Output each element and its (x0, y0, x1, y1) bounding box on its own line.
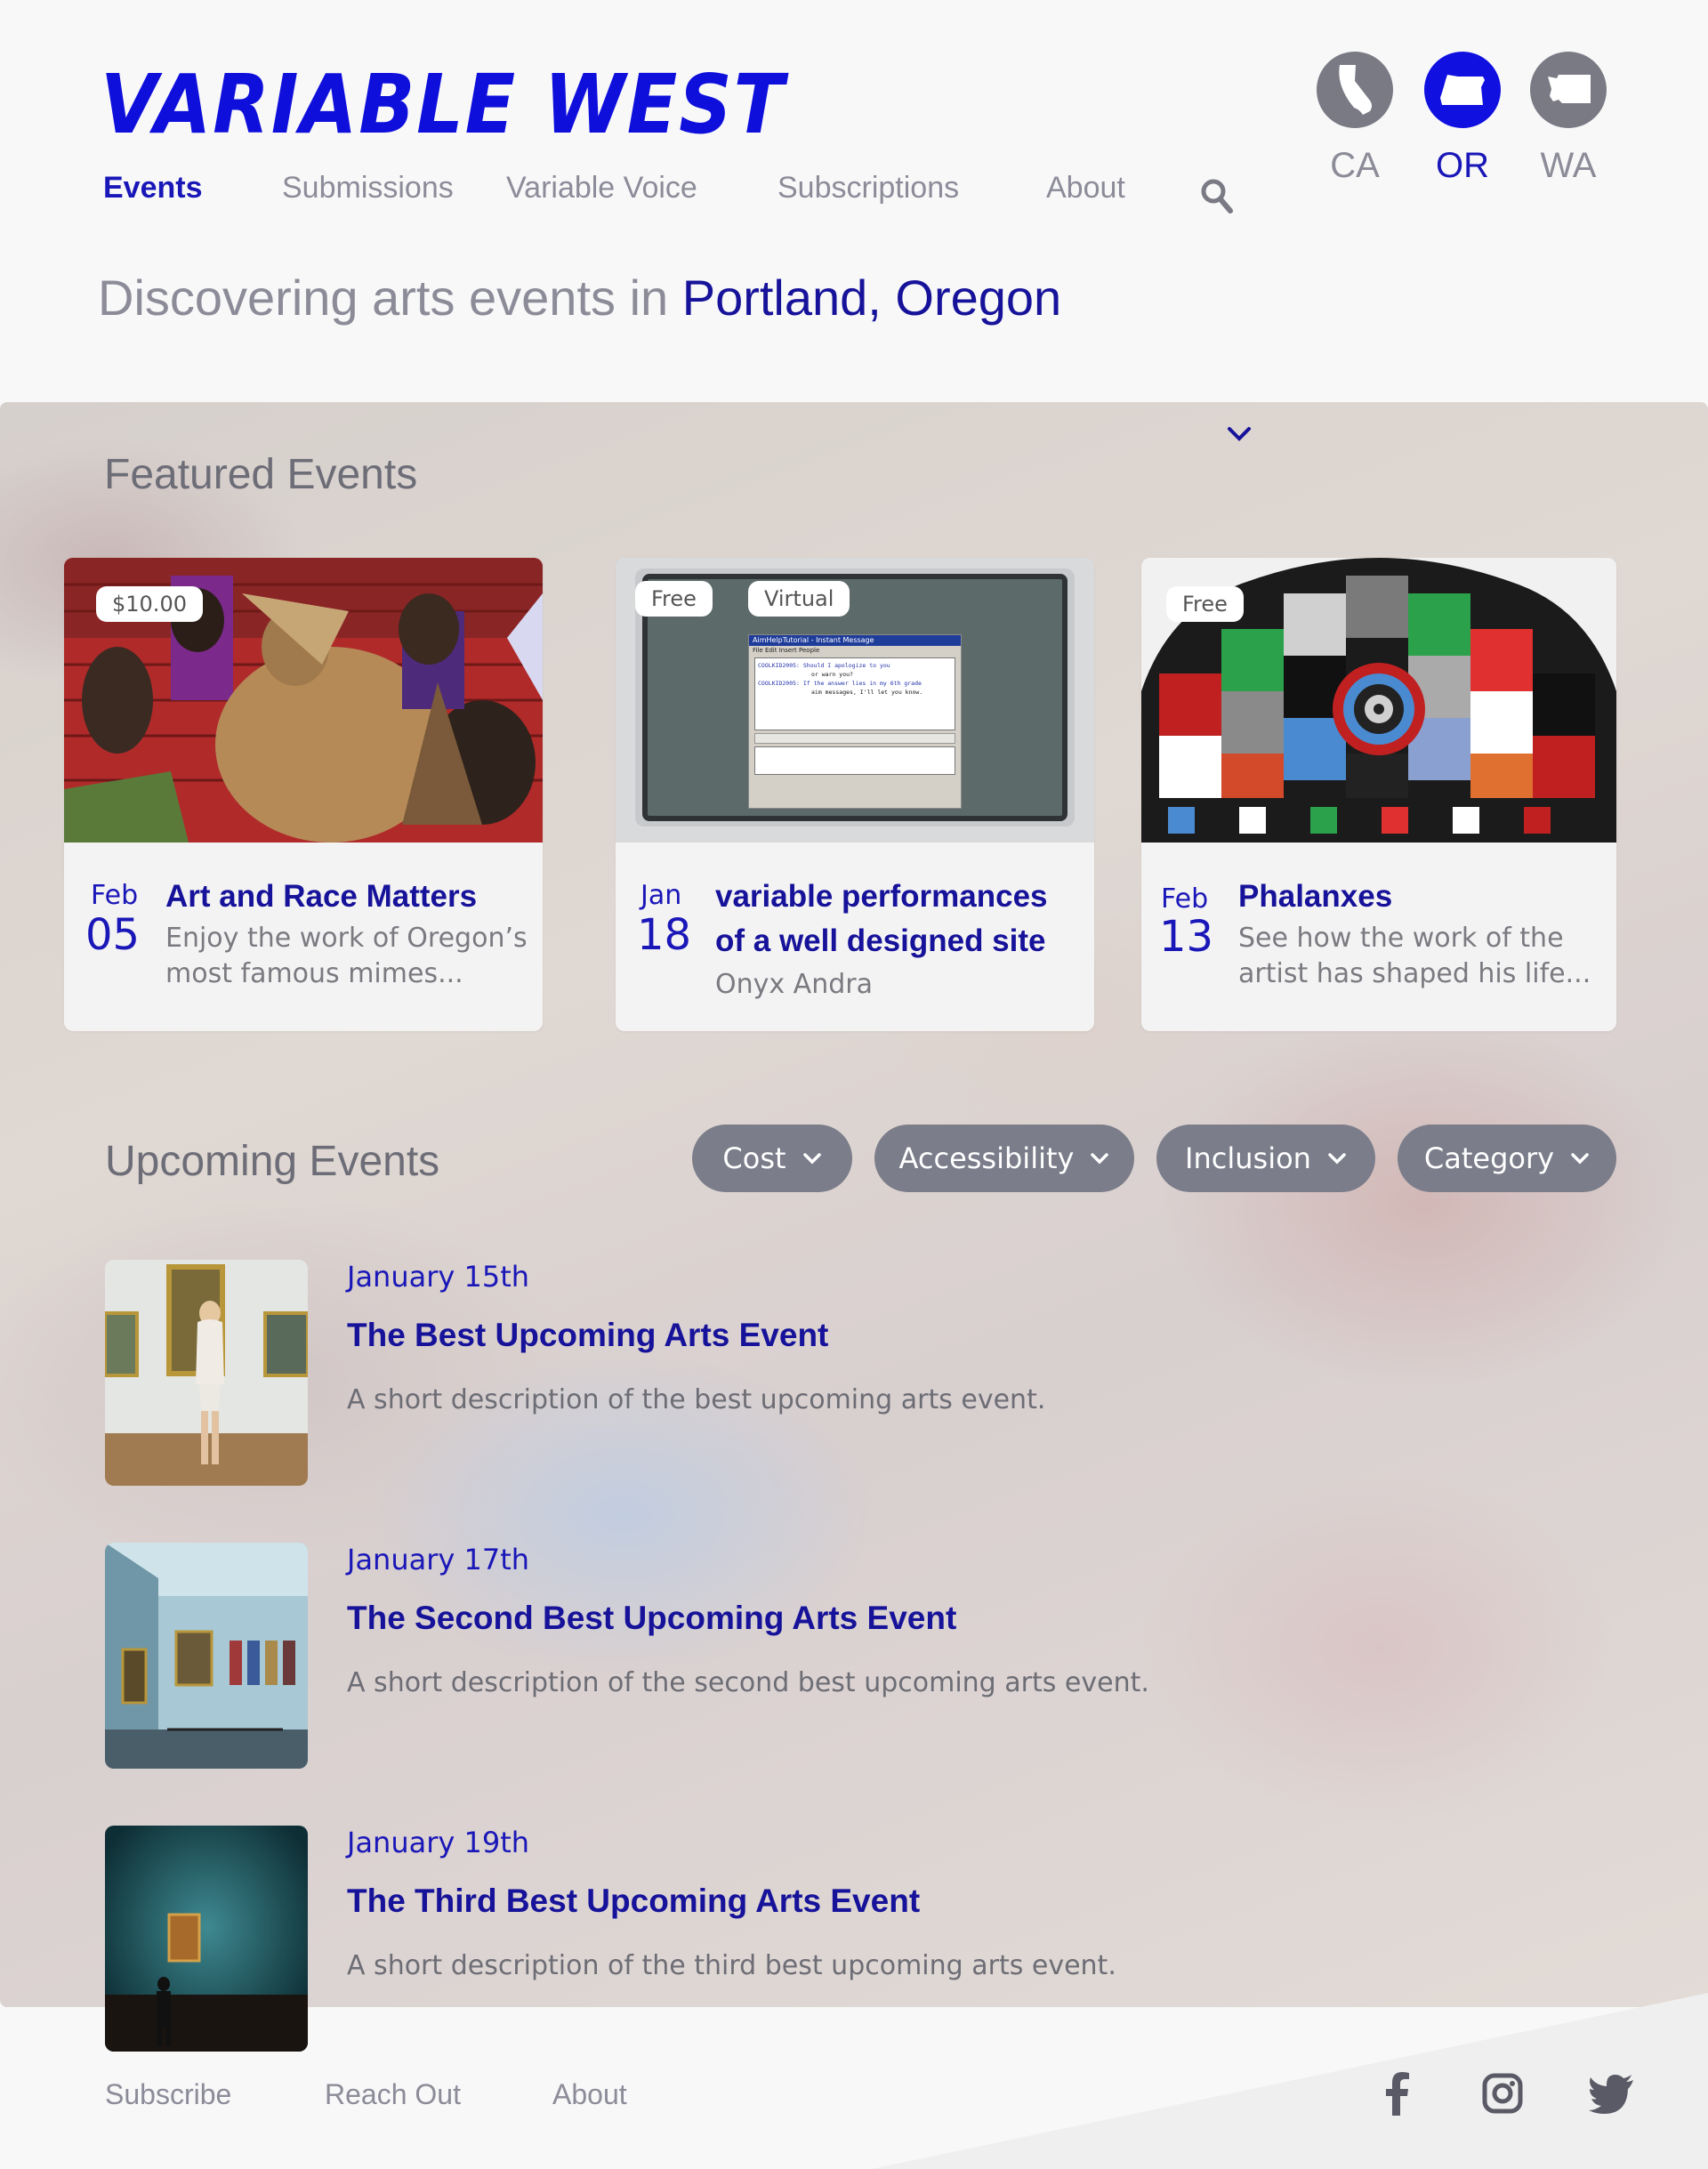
chevron-down-icon[interactable] (1226, 425, 1253, 443)
event-title[interactable]: The Second Best Upcoming Arts Event (347, 1600, 956, 1637)
nav-about[interactable]: About (1046, 171, 1125, 206)
event-day: 13 (1159, 912, 1214, 962)
event-title-line: variable performances (715, 879, 1048, 914)
im-chat-line: aim messages, I'll let you know. (811, 689, 923, 696)
event-date: January 19th (347, 1826, 530, 1859)
event-description-line: most famous mimes... (165, 958, 463, 989)
event-thumbnail (105, 1826, 308, 2052)
im-window-title: AimHelpTutorial - Instant Message (749, 635, 961, 646)
event-month: Jan (640, 880, 682, 911)
event-month: Feb (1161, 883, 1209, 915)
nav-variable-voice[interactable]: Variable Voice (506, 171, 697, 206)
search-icon[interactable] (1199, 176, 1235, 215)
event-title[interactable]: The Third Best Upcoming Arts Event (347, 1883, 920, 1920)
free-badge: Free (635, 581, 713, 617)
event-title[interactable]: variable performances of a well designed… (715, 875, 1048, 964)
california-icon (1317, 52, 1393, 128)
footer-reach-out-link[interactable]: Reach Out (325, 2078, 461, 2111)
filter-inclusion[interactable]: Inclusion (1156, 1125, 1375, 1192)
im-window: AimHelpTutorial - Instant Message File E… (748, 634, 962, 809)
footer-about-link[interactable]: About (552, 2078, 627, 2111)
event-description: A short description of the third best up… (347, 1950, 1116, 1981)
washington-icon (1530, 52, 1607, 128)
state-or[interactable]: OR (1424, 52, 1501, 183)
im-compose-box (754, 746, 955, 775)
filter-label: Category (1423, 1141, 1555, 1175)
featured-card[interactable]: Free Feb 13 Phalanxes See how the work o… (1141, 558, 1616, 1031)
event-description: A short description of the second best u… (347, 1667, 1149, 1698)
event-artist: Onyx Andra (715, 967, 873, 1003)
nav-events[interactable]: Events (103, 171, 203, 206)
nav-submissions[interactable]: Submissions (282, 171, 454, 206)
location-tagline: Discovering arts events in Portland, Ore… (98, 267, 1061, 329)
event-title[interactable]: Phalanxes (1238, 875, 1392, 919)
chevron-down-icon (802, 1153, 821, 1165)
featured-card[interactable]: $10.00 Feb 05 Art and Race Matters Enjoy… (64, 558, 543, 1031)
state-label: WA (1540, 146, 1597, 185)
filter-cost[interactable]: Cost (692, 1125, 852, 1192)
oregon-icon (1424, 52, 1501, 128)
event-title-line: Phalanxes (1238, 879, 1393, 914)
filter-label: Inclusion (1185, 1141, 1311, 1175)
event-title-line: of a well designed site (715, 923, 1046, 958)
state-wa[interactable]: WA (1530, 52, 1607, 183)
event-date: January 15th (347, 1260, 530, 1294)
event-title-line: Art and Race Matters (165, 879, 478, 914)
event-image: $10.00 (64, 558, 543, 843)
filter-label: Accessibility (898, 1141, 1075, 1175)
facebook-icon[interactable] (1375, 2069, 1420, 2117)
event-title[interactable]: Art and Race Matters (165, 875, 477, 919)
tagline-prefix: Discovering arts events in (98, 270, 669, 326)
event-thumbnail (105, 1260, 308, 1486)
state-ca[interactable]: CA (1317, 52, 1393, 183)
im-buttons (754, 778, 955, 799)
event-description-line: artist has shaped his life... (1238, 958, 1591, 989)
im-toolbar (754, 733, 955, 744)
filter-accessibility[interactable]: Accessibility (874, 1125, 1134, 1192)
state-label: CA (1330, 146, 1380, 185)
free-badge: Free (1166, 586, 1244, 622)
state-label: OR (1436, 146, 1489, 185)
event-description-line: See how the work of the (1238, 923, 1564, 954)
nav-subscriptions[interactable]: Subscriptions (777, 171, 959, 206)
footer-decoration (872, 1993, 1708, 2169)
site-logo[interactable]: VARIABLE WEST (101, 62, 786, 148)
im-chat-line: COOLKID2005: If the answer lies in my 6t… (758, 680, 922, 687)
event-description: A short description of the best upcoming… (347, 1384, 1046, 1415)
event-date: January 17th (347, 1543, 530, 1576)
event-title[interactable]: The Best Upcoming Arts Event (347, 1317, 828, 1354)
event-month: Feb (91, 880, 139, 911)
event-description: Enjoy the work of Oregon’s most famous m… (165, 921, 528, 992)
event-description: See how the work of the artist has shape… (1238, 921, 1591, 992)
upcoming-event-item[interactable]: January 17th The Second Best Upcoming Ar… (105, 1543, 1528, 1769)
chevron-down-icon (1571, 1153, 1589, 1165)
location-selector[interactable]: Portland, Oregon (682, 270, 1061, 326)
event-thumbnail (105, 1543, 308, 1769)
price-badge: $10.00 (96, 586, 203, 622)
chevron-down-icon (1091, 1153, 1109, 1165)
event-image: AimHelpTutorial - Instant Message File E… (616, 558, 1094, 843)
im-menu: File Edit Insert People (753, 647, 820, 654)
footer-subscribe-link[interactable]: Subscribe (105, 2078, 231, 2111)
virtual-badge: Virtual (748, 581, 850, 617)
im-chat-line: or warn you? (811, 671, 853, 678)
event-description-line: Onyx Andra (715, 969, 873, 1000)
featured-events-heading: Featured Events (104, 451, 418, 498)
chevron-down-icon (1328, 1153, 1346, 1165)
filter-label: Cost (722, 1141, 786, 1175)
im-chat-line: COOLKID2005: Should I apologize to you (758, 662, 890, 669)
twitter-icon[interactable] (1587, 2069, 1637, 2117)
filter-category[interactable]: Category (1398, 1125, 1616, 1192)
event-day: 18 (637, 910, 692, 960)
featured-card[interactable]: AimHelpTutorial - Instant Message File E… (616, 558, 1094, 1031)
event-image: Free (1141, 558, 1616, 843)
upcoming-events-heading: Upcoming Events (105, 1138, 440, 1185)
upcoming-event-item[interactable]: January 15th The Best Upcoming Arts Even… (105, 1260, 1528, 1486)
im-chat-log: COOLKID2005: Should I apologize to you o… (754, 657, 955, 730)
instagram-icon[interactable] (1480, 2069, 1525, 2117)
event-day: 05 (85, 910, 141, 960)
event-description-line: Enjoy the work of Oregon’s (165, 923, 528, 954)
